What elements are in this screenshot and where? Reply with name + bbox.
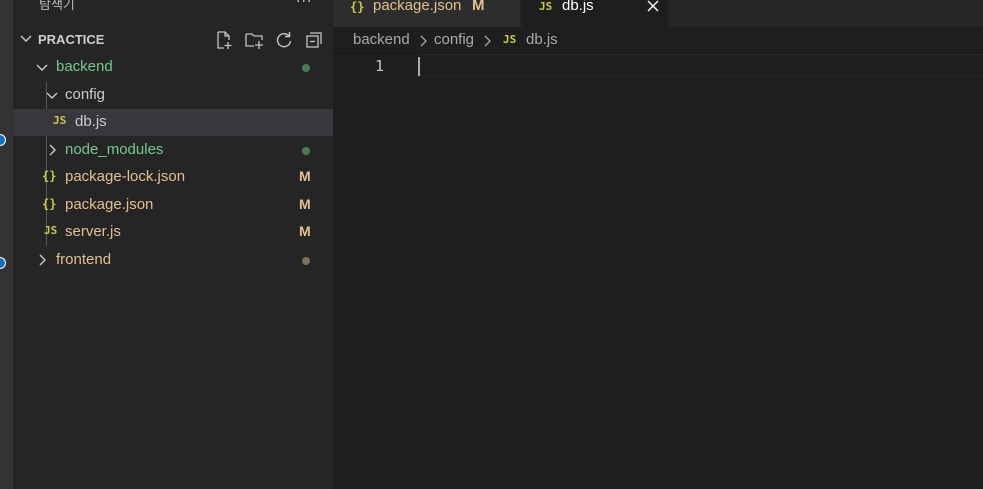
tree-label: config — [65, 86, 106, 103]
chevron-down-icon — [46, 92, 58, 99]
tree-folder-config[interactable]: config — [13, 82, 333, 109]
json-file-icon: {} — [42, 197, 57, 211]
project-name: PRACTICE — [38, 32, 105, 47]
js-file-icon: JS — [503, 33, 517, 46]
tree-label: db.js — [75, 113, 107, 130]
chevron-right-icon — [49, 144, 56, 156]
git-status-dot — [302, 64, 310, 72]
js-file-icon: JS — [539, 0, 553, 13]
tree-file-server-js[interactable]: JS server.js M — [13, 219, 333, 246]
tree-file-db-js[interactable]: JS db.js — [13, 109, 333, 136]
tree-label: backend — [56, 58, 113, 75]
line-number: 1 — [375, 57, 385, 75]
tree-label: frontend — [56, 251, 112, 268]
project-header[interactable]: PRACTICE — [13, 27, 333, 53]
vscode-window: 탐색기 ··· PRACTICE backend config JS db.js… — [0, 0, 983, 489]
activity-bar — [0, 0, 13, 489]
chevron-right-icon — [39, 254, 46, 266]
git-status-modified: M — [299, 196, 311, 212]
git-status-modified: M — [299, 223, 311, 239]
activity-badge[interactable] — [0, 134, 6, 146]
refresh-icon[interactable] — [274, 30, 296, 52]
code-editor[interactable]: 1 — [333, 54, 983, 489]
chevron-right-icon — [484, 35, 491, 47]
git-status-dot — [302, 147, 310, 155]
activity-badge[interactable] — [0, 257, 6, 269]
tree-label: node_modules — [65, 141, 164, 158]
tab-db-js[interactable]: JS db.js — [522, 0, 668, 27]
breadcrumb-item-backend[interactable]: backend — [353, 31, 410, 48]
text-cursor — [418, 57, 420, 76]
more-actions-icon[interactable]: ··· — [296, 0, 312, 10]
editor-tab-bar: {} package.json M JS db.js — [333, 0, 983, 27]
git-status-dot — [302, 257, 310, 265]
js-file-icon: JS — [44, 224, 58, 237]
js-file-icon: JS — [53, 114, 67, 127]
tab-label: db.js — [562, 0, 594, 14]
tab-label: package.json — [373, 0, 462, 14]
collapse-all-icon[interactable] — [304, 30, 326, 52]
new-folder-icon[interactable] — [244, 30, 266, 52]
tree-label: package.json — [65, 196, 154, 213]
json-file-icon: {} — [350, 0, 365, 14]
tree-file-package-lock-json[interactable]: {} package-lock.json M — [13, 164, 333, 191]
explorer-sidebar: 탐색기 ··· PRACTICE backend config JS db.js… — [13, 0, 333, 489]
chevron-right-icon — [420, 35, 427, 47]
breadcrumb-item-config[interactable]: config — [434, 31, 474, 48]
tree-label: server.js — [65, 223, 121, 240]
explorer-title: 탐색기 — [39, 0, 75, 13]
tree-folder-backend[interactable]: backend — [13, 54, 333, 81]
chevron-down-icon — [36, 64, 48, 71]
chevron-down-icon — [20, 35, 32, 42]
tree-folder-node-modules[interactable]: node_modules — [13, 137, 333, 164]
tree-file-package-json[interactable]: {} package.json M — [13, 192, 333, 219]
new-file-icon[interactable] — [214, 30, 236, 52]
current-line-highlight — [417, 54, 983, 76]
tree-label: package-lock.json — [65, 168, 186, 185]
tree-folder-frontend[interactable]: frontend — [13, 247, 333, 274]
breadcrumb-item-file[interactable]: db.js — [526, 31, 558, 48]
json-file-icon: {} — [42, 169, 57, 183]
close-icon[interactable] — [645, 0, 661, 14]
git-status-modified: M — [299, 168, 311, 184]
tab-package-json[interactable]: {} package.json M — [333, 0, 520, 27]
tab-modified-indicator: M — [472, 0, 485, 14]
